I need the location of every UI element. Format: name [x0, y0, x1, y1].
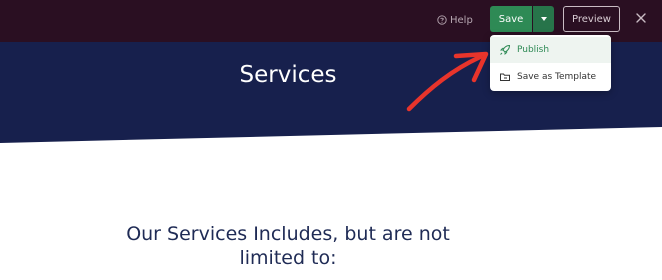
save-options-toggle[interactable] [533, 6, 554, 32]
folder-icon [500, 73, 510, 81]
services-heading-line: Our Services Includes, but are not [126, 223, 450, 245]
save-dropdown-menu: Publish Save as Template [490, 35, 611, 91]
help-label: Help [450, 14, 473, 26]
menu-item-publish[interactable]: Publish [490, 37, 611, 63]
rocket-icon [500, 44, 511, 55]
services-heading: Our Services Includes, but are not limit… [98, 222, 478, 270]
question-circle-icon [437, 15, 447, 25]
services-heading-line: limited to: [239, 247, 337, 269]
caret-down-icon [540, 17, 547, 21]
save-button[interactable]: Save [490, 6, 532, 32]
help-button[interactable]: Help [437, 13, 473, 27]
preview-button[interactable]: Preview [563, 6, 620, 32]
close-icon[interactable] [634, 11, 648, 25]
menu-item-save-as-template[interactable]: Save as Template [490, 64, 611, 90]
menu-item-label: Save as Template [517, 72, 597, 82]
menu-item-label: Publish [517, 45, 550, 55]
